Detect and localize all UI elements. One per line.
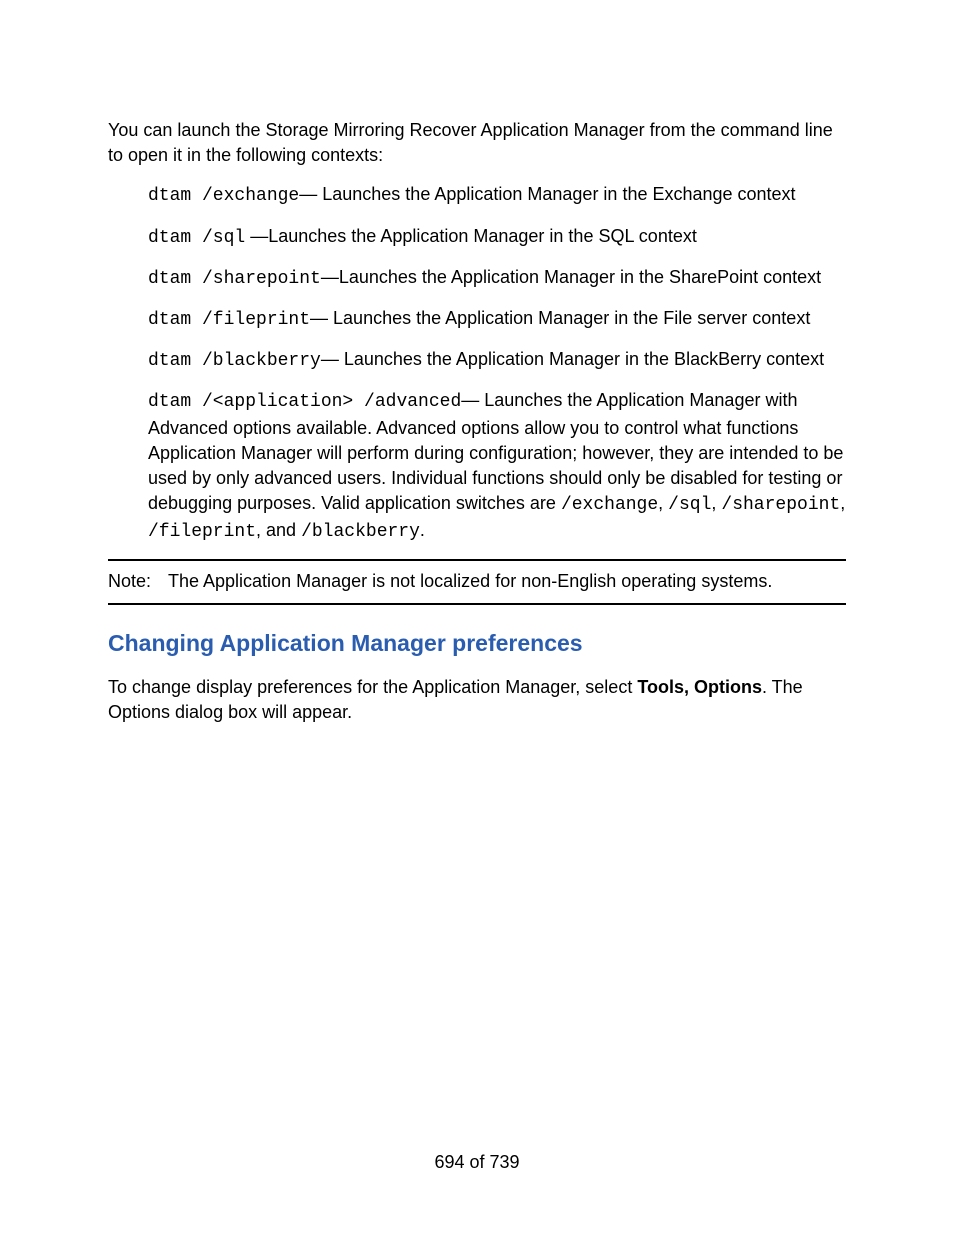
section-heading: Changing Application Manager preferences (108, 627, 846, 659)
period: . (420, 520, 425, 540)
switch-code: /sharepoint (721, 495, 840, 515)
command-code: dtam /<application> /advanced (148, 392, 461, 412)
command-code: dtam /fileprint (148, 310, 310, 330)
command-item: dtam /exchange— Launches the Application… (148, 182, 846, 209)
switch-code: /sql (668, 495, 711, 515)
switch-code: /exchange (561, 495, 658, 515)
note-label: Note: (108, 569, 168, 594)
command-item: dtam /fileprint— Launches the Applicatio… (148, 306, 846, 333)
command-item: dtam /blackberry— Launches the Applicati… (148, 347, 846, 374)
command-desc: — Launches the Application Manager in th… (299, 184, 795, 204)
command-desc: — Launches the Application Manager in th… (321, 349, 824, 369)
command-desc: —Launches the Application Manager in the… (321, 267, 821, 287)
section-paragraph: To change display preferences for the Ap… (108, 675, 846, 725)
comma: , (711, 493, 721, 513)
note-block: Note: The Application Manager is not loc… (108, 559, 846, 604)
command-code: dtam /sql (148, 228, 245, 248)
comma: , (840, 493, 845, 513)
bold-menu: Tools, Options (637, 677, 762, 697)
para-pre: To change display preferences for the Ap… (108, 677, 637, 697)
command-code: dtam /exchange (148, 186, 299, 206)
switch-code: /blackberry (301, 522, 420, 542)
comma: , (658, 493, 668, 513)
page-number: 694 of 739 (0, 1150, 954, 1175)
command-desc: —Launches the Application Manager in the… (245, 226, 697, 246)
command-list: dtam /exchange— Launches the Application… (108, 182, 846, 545)
note-text: The Application Manager is not localized… (168, 569, 846, 594)
comma: , and (256, 520, 301, 540)
command-item-advanced: dtam /<application> /advanced— Launches … (148, 388, 846, 545)
command-item: dtam /sql —Launches the Application Mana… (148, 224, 846, 251)
switch-code: /fileprint (148, 522, 256, 542)
command-code: dtam /sharepoint (148, 269, 321, 289)
command-code: dtam /blackberry (148, 351, 321, 371)
command-desc: — Launches the Application Manager in th… (310, 308, 810, 328)
intro-paragraph: You can launch the Storage Mirroring Rec… (108, 118, 846, 168)
command-item: dtam /sharepoint—Launches the Applicatio… (148, 265, 846, 292)
